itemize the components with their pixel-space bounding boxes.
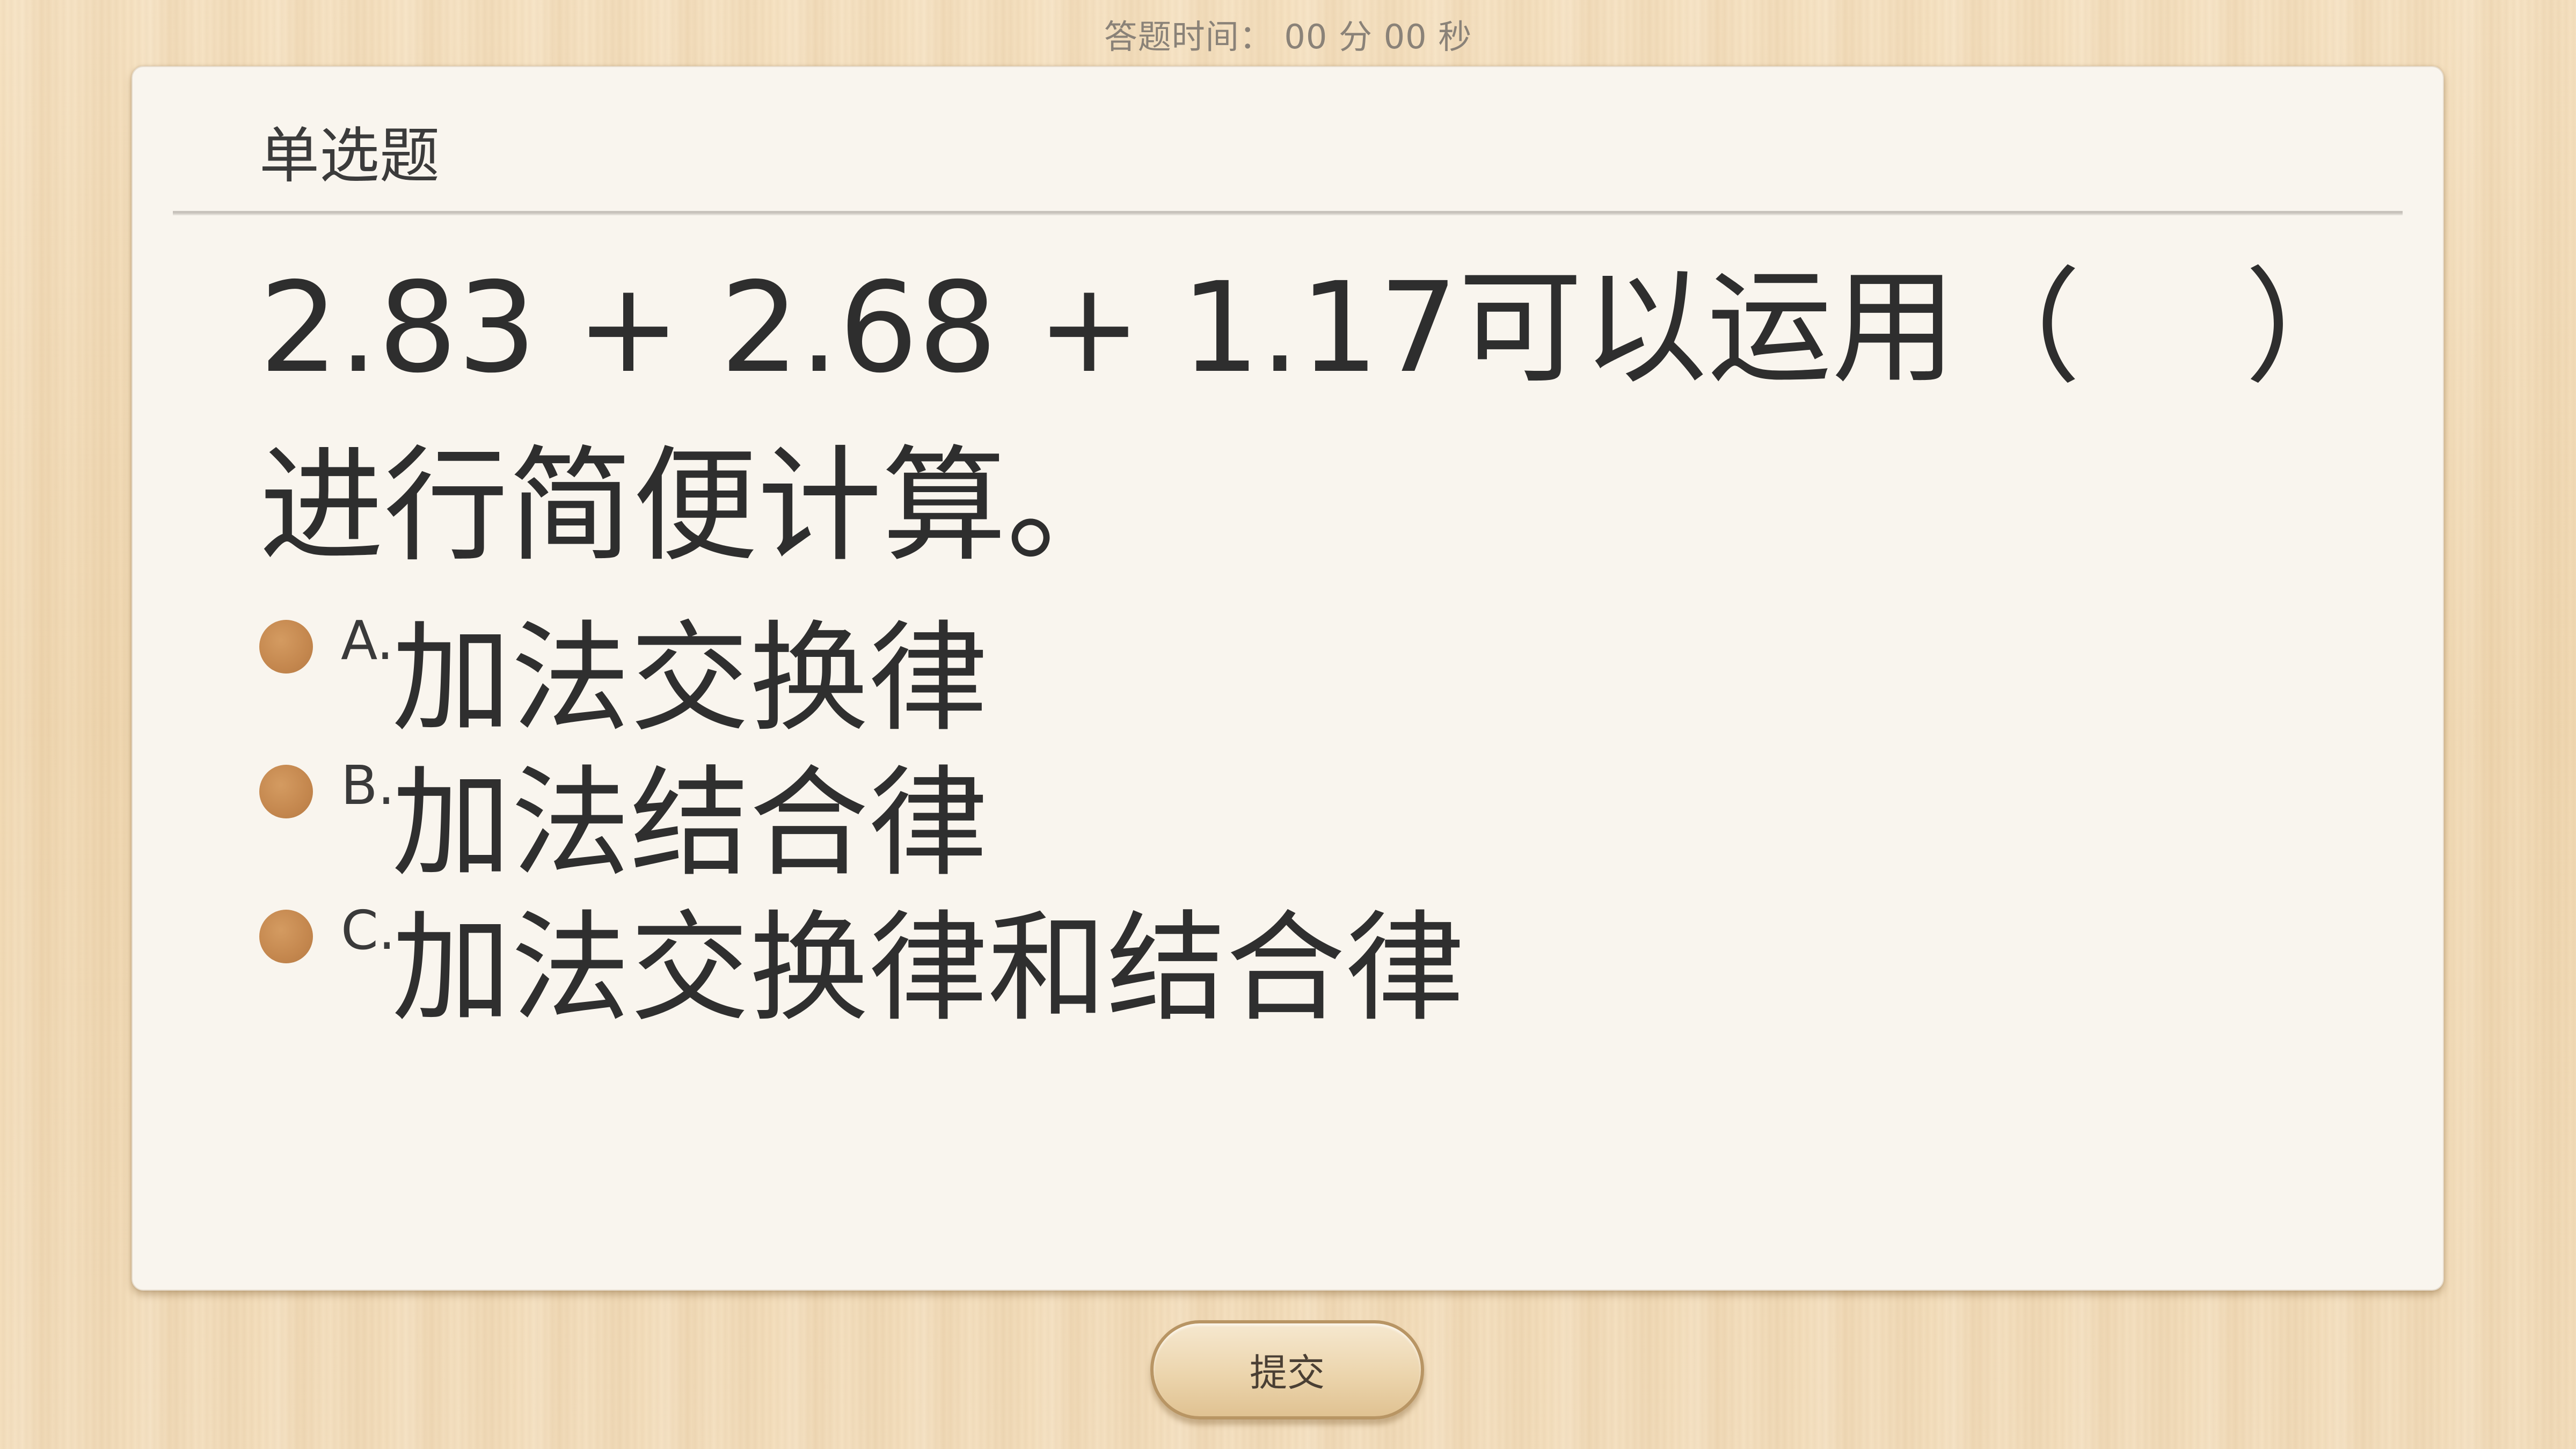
option-letter: C. xyxy=(341,899,396,962)
option-c[interactable]: C. 加法交换律和结合律 xyxy=(259,877,1464,1038)
header-divider xyxy=(173,211,2403,215)
option-letter: A. xyxy=(341,609,394,672)
option-text: 加法交换律和结合律 xyxy=(392,899,1464,1038)
question-text: 2.83 + 2.68 + 1.17可以运用（ ）进行简便计算。 xyxy=(259,255,2370,579)
answer-timer: 答题时间： 00 分 00 秒 xyxy=(1104,17,1472,56)
options-list: A. 加法交换律 B. 加法结合律 C. 加法交换律和结合律 xyxy=(259,588,1464,1038)
radio-button-icon[interactable] xyxy=(259,910,313,963)
radio-button-icon[interactable] xyxy=(259,765,313,818)
option-a[interactable]: A. 加法交换律 xyxy=(259,588,1464,748)
option-letter: B. xyxy=(341,754,395,817)
question-type-label: 单选题 xyxy=(259,121,440,191)
option-text: 加法结合律 xyxy=(392,755,988,893)
submit-button[interactable]: 提交 xyxy=(1150,1320,1424,1419)
radio-button-icon[interactable] xyxy=(259,620,313,674)
option-b[interactable]: B. 加法结合律 xyxy=(259,733,1464,893)
question-card: 单选题 2.83 + 2.68 + 1.17可以运用（ ）进行简便计算。 A. … xyxy=(132,66,2444,1291)
option-text: 加法交换律 xyxy=(392,610,988,748)
